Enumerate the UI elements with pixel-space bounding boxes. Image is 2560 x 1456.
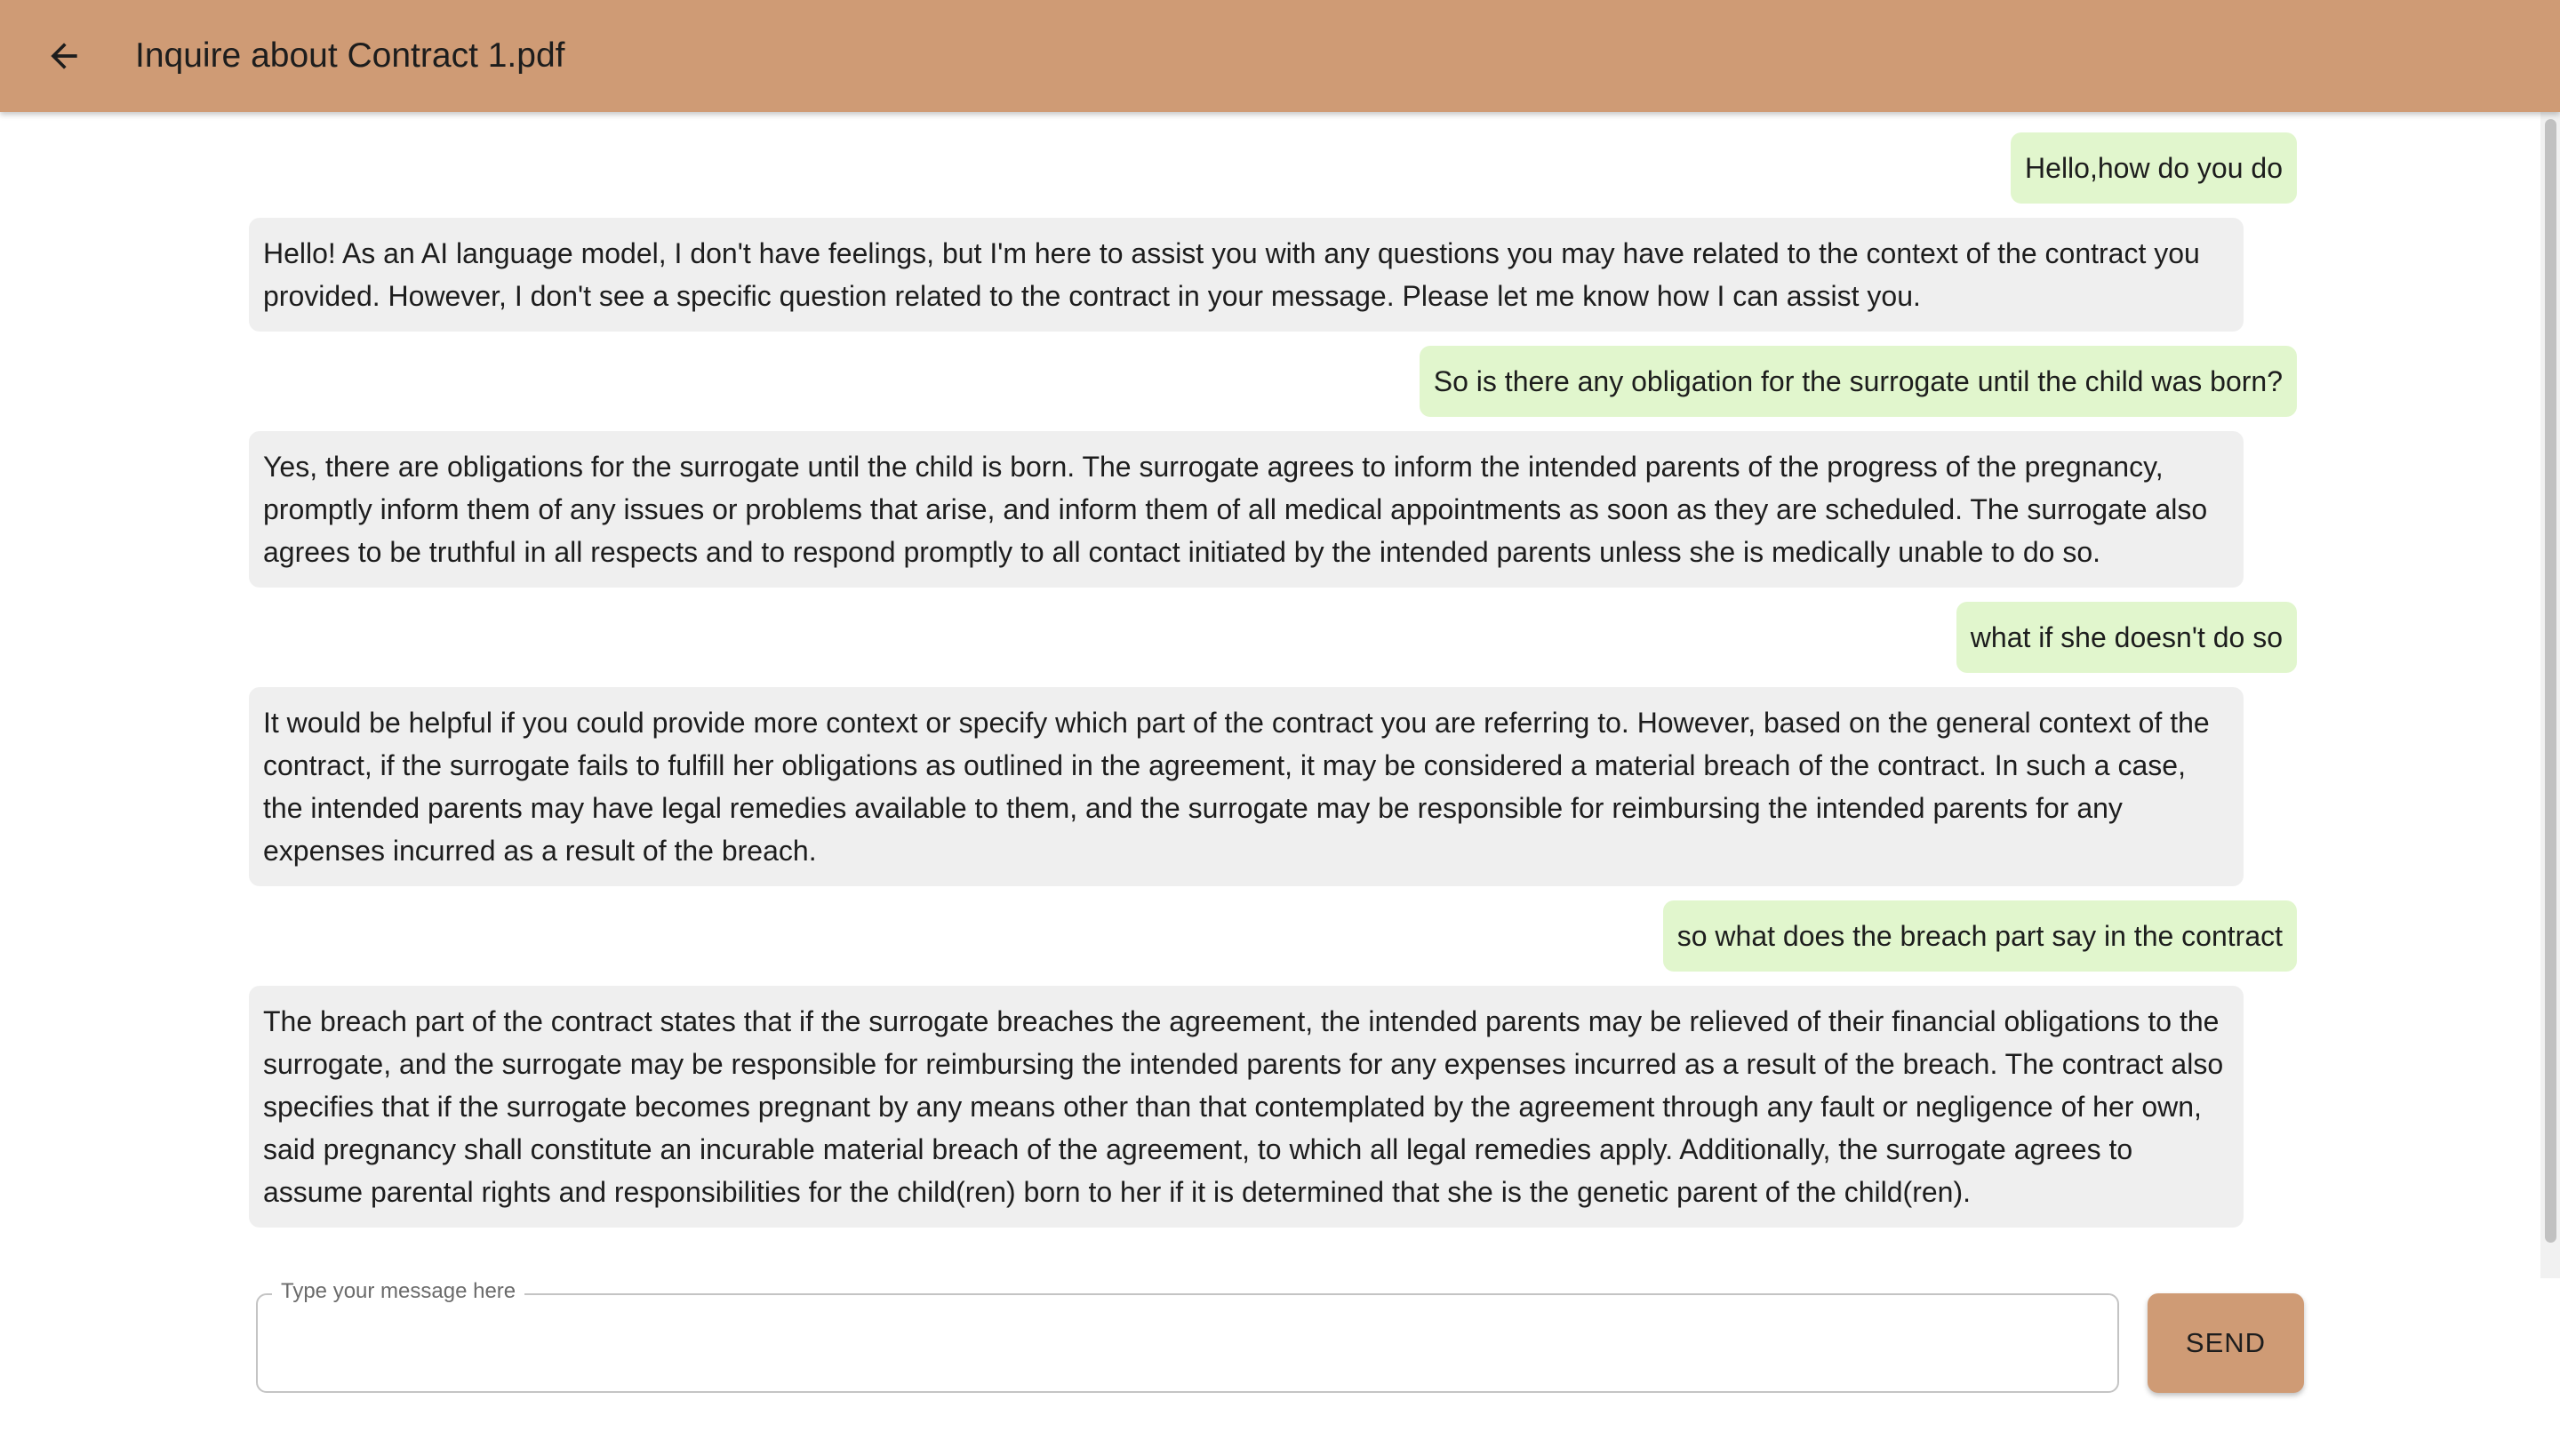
arrow-left-icon [51,43,77,69]
scrollbar-thumb[interactable] [2545,119,2556,1243]
user-message: what if she doesn't do so [1956,602,2297,673]
send-button[interactable]: SEND [2148,1293,2304,1393]
assistant-message: Yes, there are obligations for the surro… [249,431,2244,588]
user-message: so what does the breach part say in the … [1662,900,2297,972]
app-bar: Inquire about Contract 1.pdf [0,0,2560,112]
user-message: So is there any obligation for the surro… [1419,346,2297,417]
user-message: Hello,how do you do [2011,132,2297,204]
back-button[interactable] [36,29,92,83]
message-input[interactable] [267,1307,2107,1378]
assistant-message: Hello! As an AI language model, I don't … [249,218,2244,332]
message-input-label: Type your message here [272,1279,525,1304]
assistant-message: The breach part of the contract states t… [249,986,2244,1228]
page-title: Inquire about Contract 1.pdf [135,36,565,75]
assistant-message: It would be helpful if you could provide… [249,687,2244,886]
